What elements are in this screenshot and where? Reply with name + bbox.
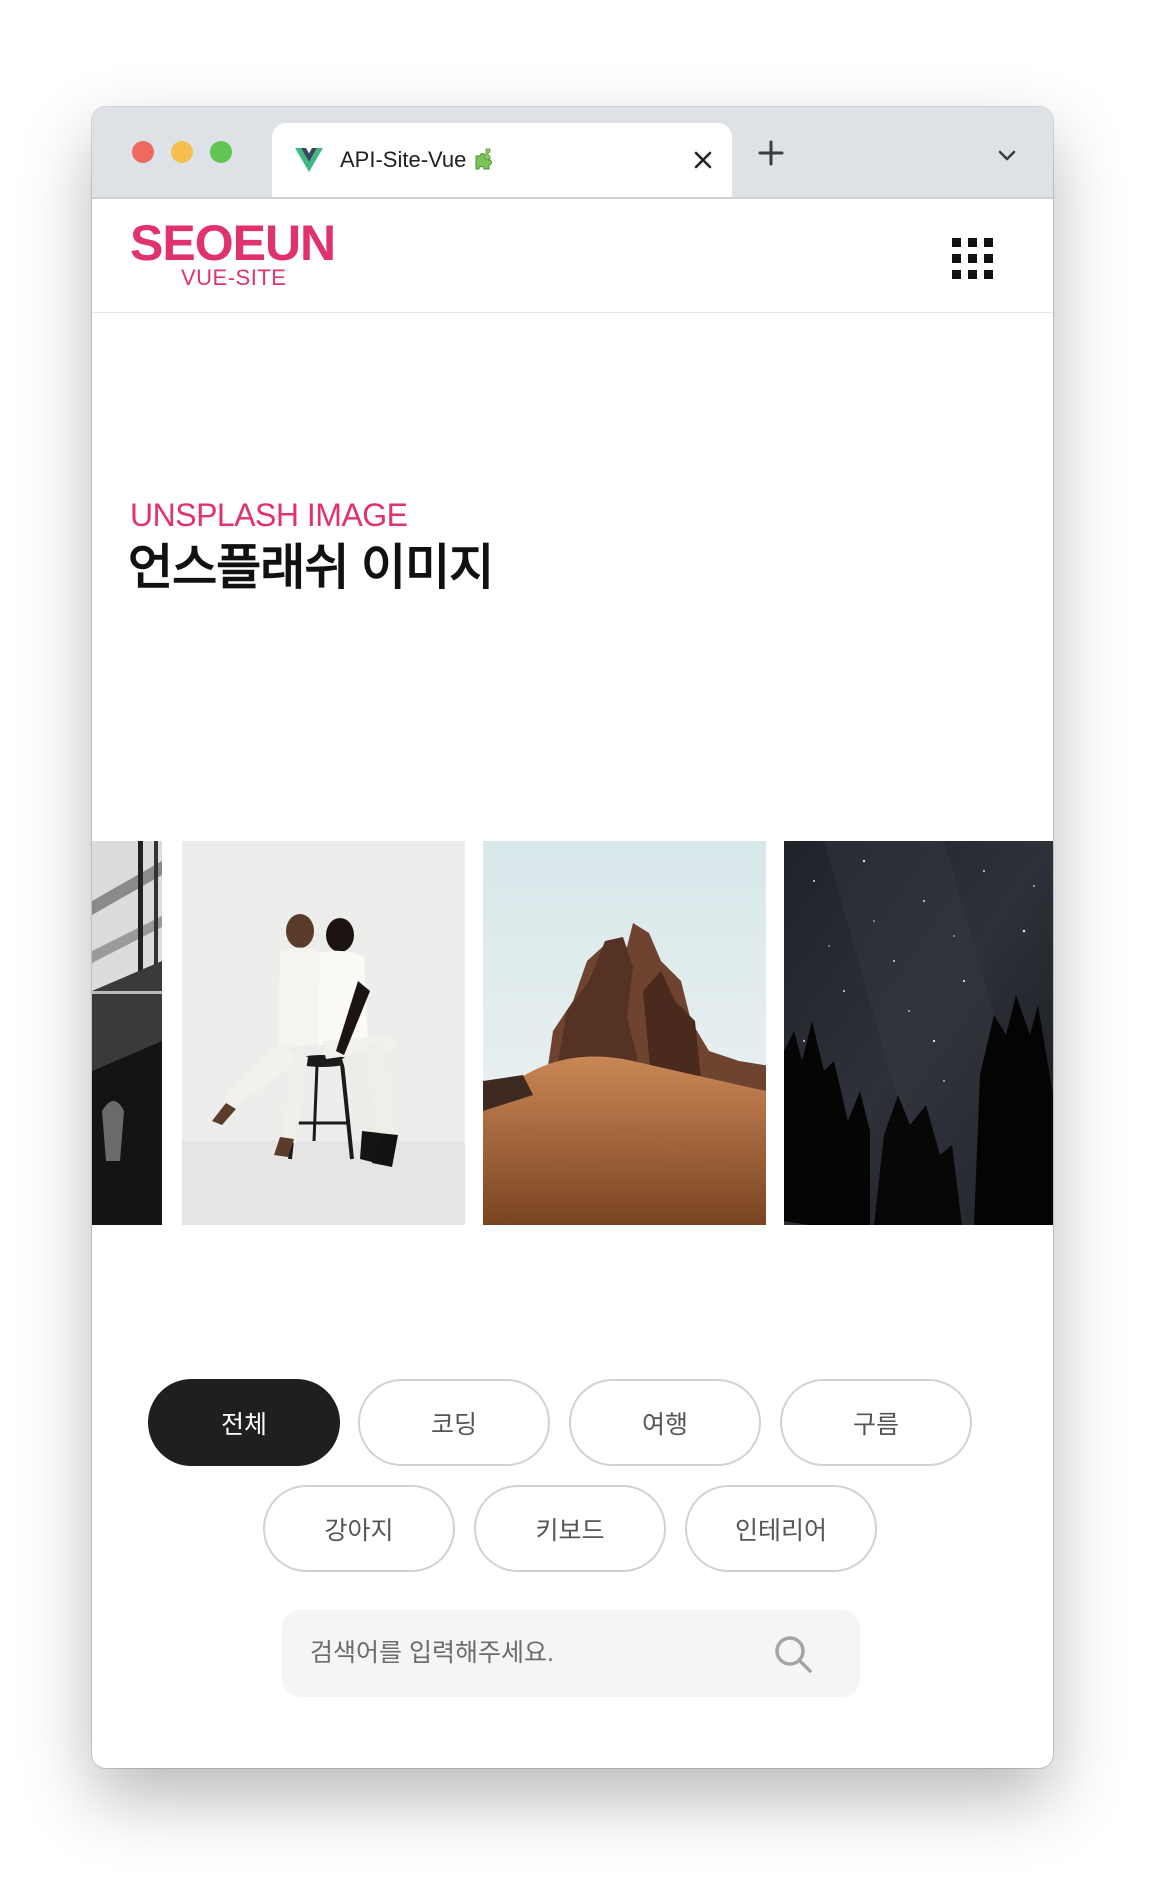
puzzle-piece-icon (475, 148, 493, 170)
site-logo-subtitle: VUE-SITE (181, 265, 287, 290)
filter-all-button[interactable]: 전체 (148, 1379, 340, 1466)
browser-tab[interactable]: API-Site-Vue (272, 123, 732, 197)
tab-title: API-Site-Vue (340, 146, 496, 174)
slider-image-night-sky[interactable] (784, 841, 1053, 1225)
search-input[interactable] (310, 1610, 770, 1697)
image-slider[interactable] (92, 841, 1053, 1225)
page-content: SEOEUN VUE-SITE UNSPLASH IMAGE 언스플래쉬 이미지 (92, 197, 1053, 1768)
grid-menu-icon[interactable] (952, 238, 994, 280)
minimize-window-button[interactable] (171, 141, 193, 163)
tab-title-text: API-Site-Vue (340, 147, 467, 172)
site-header: SEOEUN VUE-SITE (92, 197, 1053, 313)
close-window-button[interactable] (132, 141, 154, 163)
browser-window: API-Site-Vue SEOEUN VUE-SITE UNSPLASH IM… (92, 107, 1053, 1768)
filter-coding-button[interactable]: 코딩 (358, 1379, 550, 1466)
plus-icon[interactable] (757, 139, 785, 167)
filter-keyboard-button[interactable]: 키보드 (474, 1485, 666, 1572)
site-logo[interactable]: SEOEUN (130, 217, 336, 269)
search-icon[interactable] (772, 1633, 814, 1675)
slider-image-architecture[interactable] (92, 841, 162, 1225)
maximize-window-button[interactable] (210, 141, 232, 163)
browser-titlebar: API-Site-Vue (92, 107, 1053, 197)
slider-image-people[interactable] (182, 841, 465, 1225)
section-title-en: UNSPLASH IMAGE (130, 497, 408, 533)
chevron-down-icon[interactable] (996, 145, 1018, 167)
vue-logo-icon (295, 148, 323, 172)
filter-travel-button[interactable]: 여행 (569, 1379, 761, 1466)
search-box (282, 1610, 860, 1697)
close-icon[interactable] (690, 147, 716, 173)
filter-cloud-button[interactable]: 구름 (780, 1379, 972, 1466)
section-title-ko: 언스플래쉬 이미지 (128, 541, 494, 595)
filter-dog-button[interactable]: 강아지 (263, 1485, 455, 1572)
filter-interior-button[interactable]: 인테리어 (685, 1485, 877, 1572)
slider-image-desert[interactable] (483, 841, 766, 1225)
